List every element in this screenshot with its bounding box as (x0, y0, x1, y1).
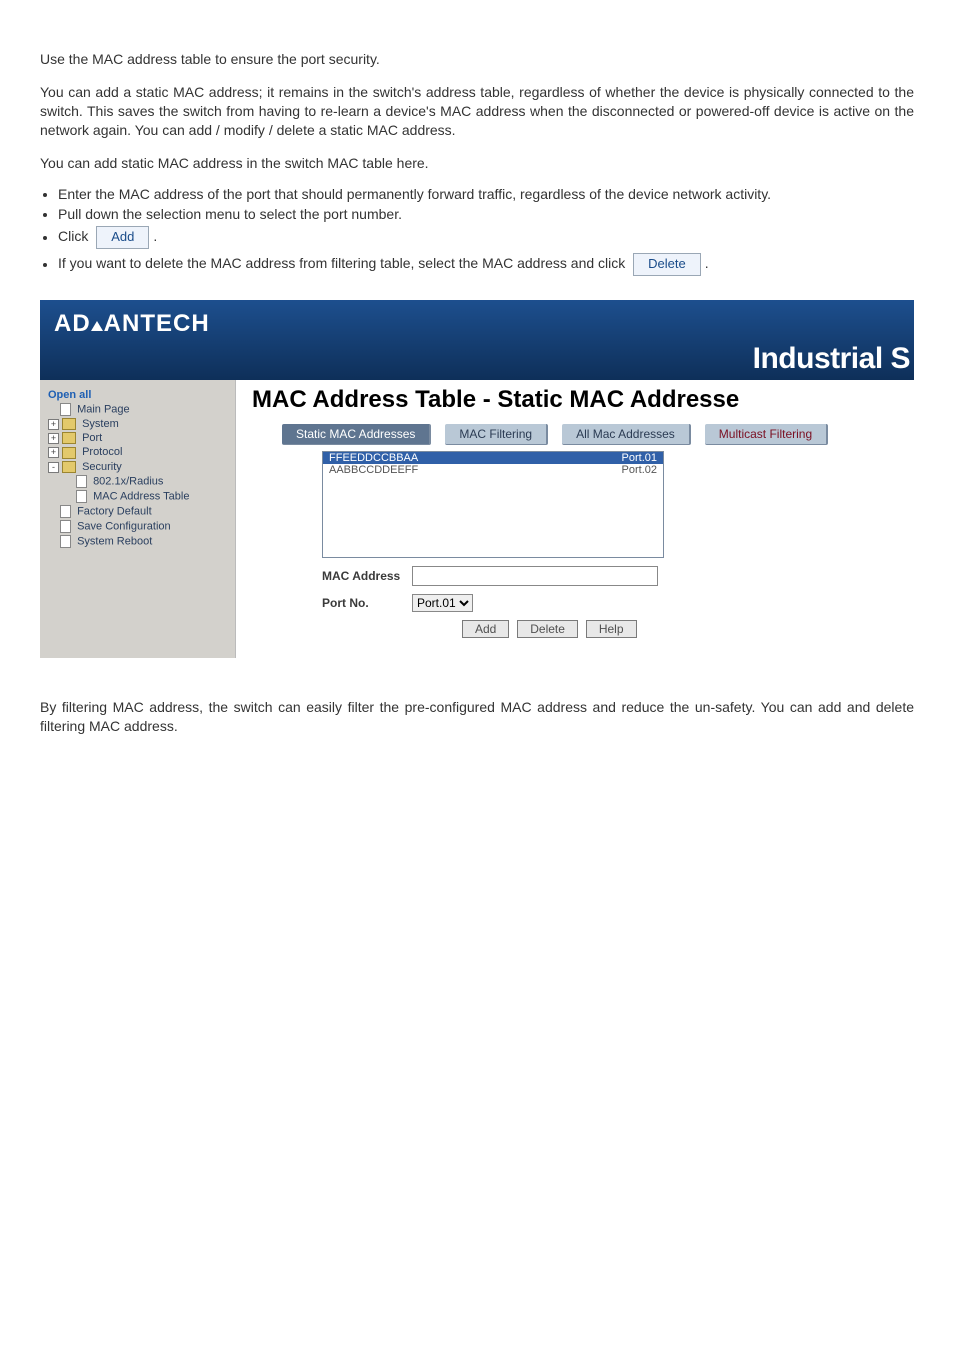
page-icon (60, 535, 71, 548)
intro-paragraph-3: You can add static MAC address in the sw… (40, 154, 914, 173)
folder-icon (62, 418, 76, 430)
port-cell: Port.01 (622, 452, 657, 464)
tab-static-mac[interactable]: Static MAC Addresses (282, 424, 431, 445)
sidebar-item-label: System (82, 418, 119, 430)
sidebar-item-label: Main Page (77, 404, 130, 416)
mac-listbox[interactable]: FFEEDDCCBBAA Port.01 AABBCCDDEEFF Port.0… (322, 451, 664, 558)
tab-multicast-filtering[interactable]: Multicast Filtering (705, 424, 828, 445)
sidebar-item-label: 802.1x/Radius (93, 475, 163, 487)
page-icon (60, 520, 71, 533)
sidebar-item-label: Security (82, 461, 122, 473)
sidebar-item-save-config[interactable]: Save Configuration (40, 519, 235, 534)
brand-text-a: AD (54, 310, 91, 337)
bullet-mac-address: Enter the MAC address of the port that s… (58, 186, 914, 202)
sidebar-item-mac-table[interactable]: MAC Address Table (40, 489, 235, 504)
sidebar-item-label: Save Configuration (77, 520, 171, 532)
mac-cell: FFEEDDCCBBAA (329, 452, 418, 464)
nav-sidebar: Open all Main Page + System + Port + Pro… (40, 380, 236, 658)
expand-icon[interactable]: + (48, 433, 59, 444)
main-panel: MAC Address Table - Static MAC Addresse … (236, 380, 914, 658)
delete-button[interactable]: Delete (517, 620, 578, 638)
intro-paragraph-2: You can add a static MAC address; it rem… (40, 83, 914, 140)
tab-bar: Static MAC Addresses MAC Filtering All M… (282, 424, 908, 445)
sidebar-item-protocol[interactable]: + Protocol (40, 445, 235, 459)
port-no-label: Port No. (322, 596, 412, 610)
outro-paragraph-1: By filtering MAC address, the switch can… (40, 698, 914, 736)
sidebar-item-security[interactable]: - Security (40, 460, 235, 474)
folder-icon (62, 432, 76, 444)
bullet-click-add-prefix: Click (58, 229, 88, 245)
expand-icon[interactable]: + (48, 419, 59, 430)
app-header: AD ANTECH Industrial S (40, 300, 914, 380)
tab-all-mac[interactable]: All Mac Addresses (562, 424, 691, 445)
mac-address-label: MAC Address (322, 569, 412, 583)
sidebar-item-main-page[interactable]: Main Page (40, 402, 235, 417)
brand-triangle-icon (91, 321, 103, 331)
page-icon (60, 403, 71, 416)
sidebar-item-label: Port (82, 432, 102, 444)
open-all-link[interactable]: Open all (40, 388, 235, 402)
folder-icon (62, 447, 76, 459)
sidebar-item-system[interactable]: + System (40, 417, 235, 431)
bullet-click-add: Click Add. (58, 226, 914, 249)
mac-address-input[interactable] (412, 566, 658, 586)
sidebar-item-label: System Reboot (77, 535, 152, 547)
expand-icon[interactable]: + (48, 447, 59, 458)
mac-list-row[interactable]: AABBCCDDEEFF Port.02 (323, 464, 663, 476)
page-icon (60, 505, 71, 518)
sidebar-item-factory-default[interactable]: Factory Default (40, 504, 235, 519)
sidebar-item-label: Factory Default (77, 505, 152, 517)
page-icon (76, 475, 87, 488)
page-title: MAC Address Table - Static MAC Addresse (252, 386, 908, 414)
intro-paragraph-1: Use the MAC address table to ensure the … (40, 50, 914, 69)
folder-icon (62, 461, 76, 473)
sidebar-item-system-reboot[interactable]: System Reboot (40, 534, 235, 549)
bullet-delete-prefix: If you want to delete the MAC address fr… (58, 256, 625, 272)
delete-button-inline[interactable]: Delete (633, 253, 701, 276)
sidebar-item-port[interactable]: + Port (40, 431, 235, 445)
bullet-delete-suffix: . (705, 256, 709, 272)
sidebar-item-label: MAC Address Table (93, 490, 189, 502)
port-cell: Port.02 (622, 464, 657, 476)
brand-logo: AD ANTECH (40, 300, 914, 338)
bullet-port-no: Pull down the selection menu to select t… (58, 206, 914, 222)
sidebar-item-label: Protocol (82, 446, 122, 458)
port-no-select[interactable]: Port.01 (412, 594, 473, 612)
add-button-inline[interactable]: Add (96, 226, 149, 249)
collapse-icon[interactable]: - (48, 462, 59, 473)
slogan-text: Industrial S (753, 342, 910, 376)
mac-cell: AABBCCDDEEFF (329, 464, 418, 476)
help-button[interactable]: Help (586, 620, 637, 638)
sidebar-item-radius[interactable]: 802.1x/Radius (40, 474, 235, 489)
bullet-delete: If you want to delete the MAC address fr… (58, 253, 914, 276)
bullet-click-add-suffix: . (153, 229, 157, 245)
mac-list-row-selected[interactable]: FFEEDDCCBBAA Port.01 (323, 452, 663, 464)
brand-text-b: ANTECH (104, 310, 210, 337)
embedded-ui-screenshot: AD ANTECH Industrial S Open all Main Page… (40, 300, 914, 658)
page-icon (76, 490, 87, 503)
tab-mac-filtering[interactable]: MAC Filtering (445, 424, 548, 445)
add-button[interactable]: Add (462, 620, 509, 638)
